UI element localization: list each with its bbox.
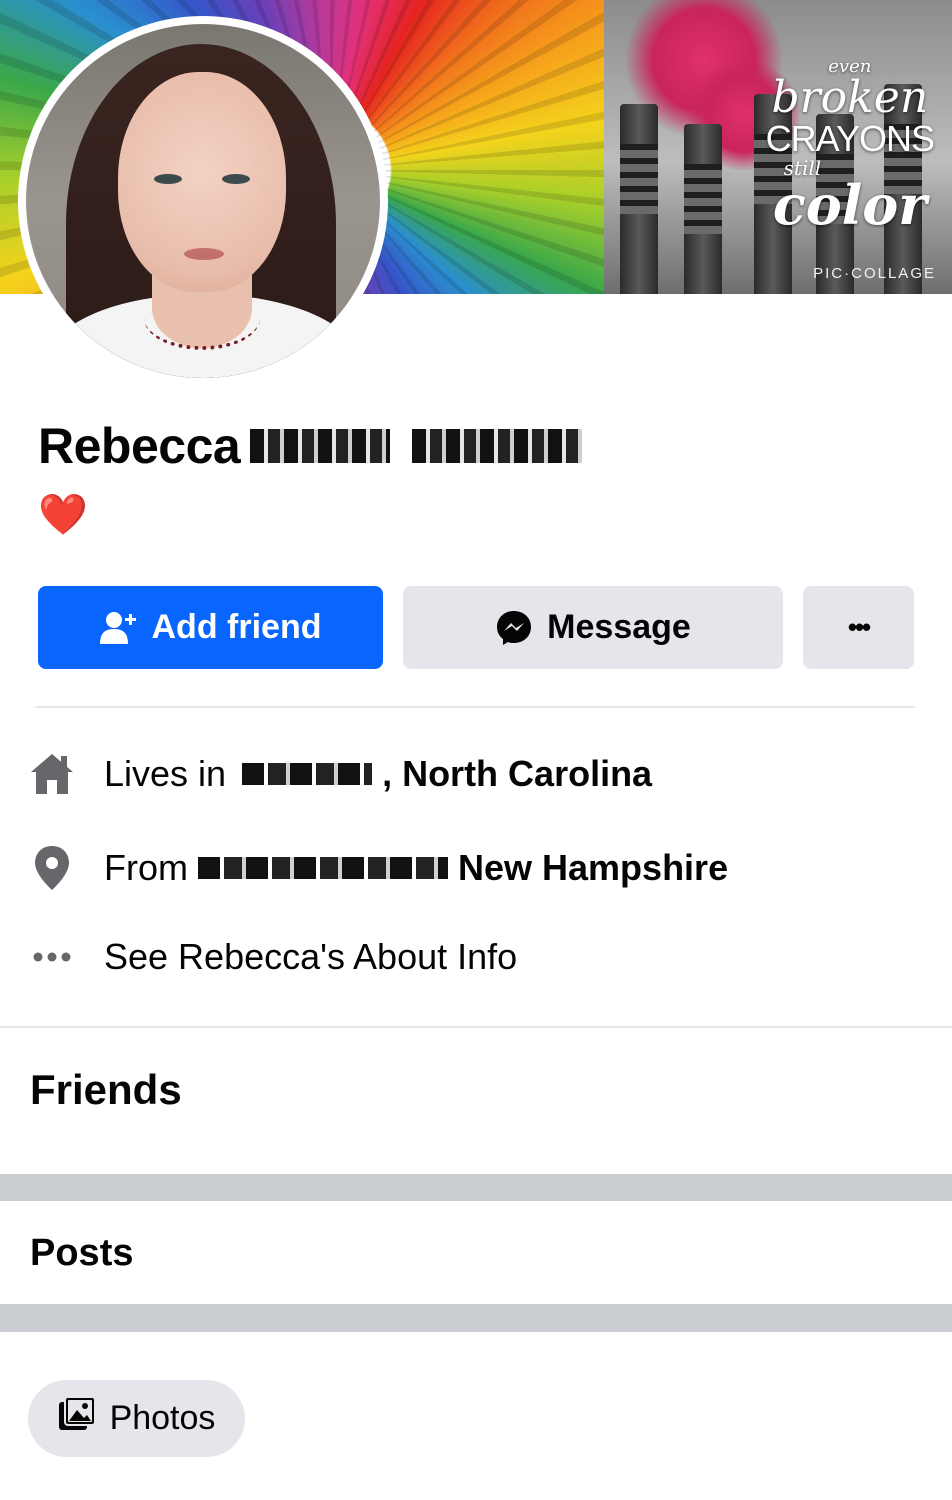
more-horizontal-icon [28,933,76,981]
profile-avatar[interactable] [18,16,388,386]
message-button[interactable]: Message [403,586,783,669]
cover-broken-crayons-art: even broken CRAYONS still color PIC·COLL… [604,0,952,294]
photos-filter-button[interactable]: Photos [28,1380,245,1457]
cover-crayon [684,124,722,294]
intro-lives-in: Lives in , North Carolina [28,746,652,802]
cover-quote-crayons: CRAYONS [765,118,935,159]
avatar-lips [184,248,224,260]
messenger-icon [495,609,533,647]
lives-in-prefix: Lives in [104,753,227,794]
more-horizontal-icon: ••• [847,612,871,642]
photos-label: Photos [109,1399,216,1437]
cover-credit: PIC·COLLAGE [813,265,936,282]
home-icon [28,750,76,798]
friends-section-title[interactable]: Friends [30,1066,182,1114]
from-prefix: From [104,847,188,888]
section-separator [0,1174,952,1201]
intro-about-link[interactable]: See Rebecca's About Info [28,929,517,985]
divider [36,706,915,708]
avatar-photo [26,24,380,378]
posts-section-title: Posts [30,1232,134,1274]
avatar-necklace [144,286,260,350]
see-about-info-link[interactable]: See Rebecca's About Info [104,936,517,978]
lives-in-location[interactable]: , North Carolina [382,753,652,795]
avatar-eye [222,174,250,184]
profile-bio-emoji: ❤️ [38,493,88,537]
person-add-icon [99,610,138,646]
from-location[interactable]: New Hampshire [458,847,728,889]
cover-quote: even broken CRAYONS still color [765,58,935,237]
photos-icon [58,1396,96,1441]
avatar-eye [154,174,182,184]
divider [0,1026,952,1028]
location-pin-icon [28,844,76,892]
redacted-text [250,429,391,463]
message-label: Message [547,608,691,646]
add-friend-button[interactable]: Add friend [38,586,383,669]
redacted-text [198,857,448,879]
profile-first-name: Rebecca [38,418,241,474]
avatar-face [118,72,286,292]
add-friend-label: Add friend [151,608,322,646]
intro-from: From New Hampshire [28,840,728,896]
redacted-text [412,429,583,463]
section-separator [0,1304,952,1332]
more-options-button[interactable]: ••• [803,586,914,669]
profile-name: Rebecca [38,416,583,476]
redacted-text [242,763,373,785]
cover-quote-broken: broken [771,72,929,123]
cover-crayon [620,104,658,294]
cover-quote-color: color [772,173,927,237]
